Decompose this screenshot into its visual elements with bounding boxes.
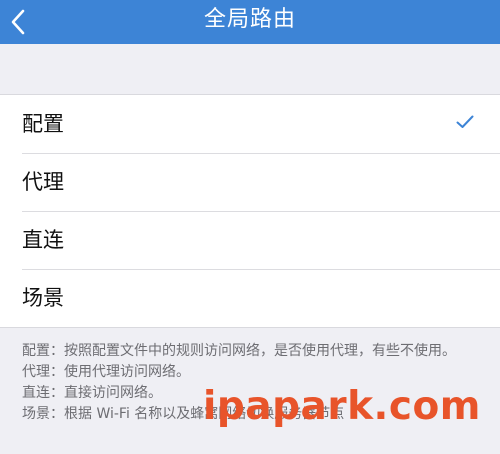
option-label: 代理: [22, 170, 64, 194]
route-mode-list: 配置 代理 直连 场景: [0, 94, 500, 328]
description-line: 代理：使用代理访问网络。: [22, 364, 190, 380]
page-title: 全局路由: [203, 7, 296, 32]
description-line: 配置：按照配置文件中的规则访问网络，是否使用代理，有些不使用。: [22, 343, 456, 359]
checkmark-icon: [456, 115, 474, 128]
option-label: 配置: [22, 112, 64, 136]
navigation-bar: 全局路由: [0, 0, 500, 44]
option-label: 场景: [22, 286, 64, 310]
option-label: 直连: [22, 228, 64, 252]
option-scene[interactable]: 场景: [0, 269, 500, 327]
option-proxy[interactable]: 代理: [0, 153, 500, 211]
option-direct[interactable]: 直连: [0, 211, 500, 269]
watermark: ipapark.com: [203, 384, 481, 429]
option-config[interactable]: 配置: [0, 95, 500, 153]
